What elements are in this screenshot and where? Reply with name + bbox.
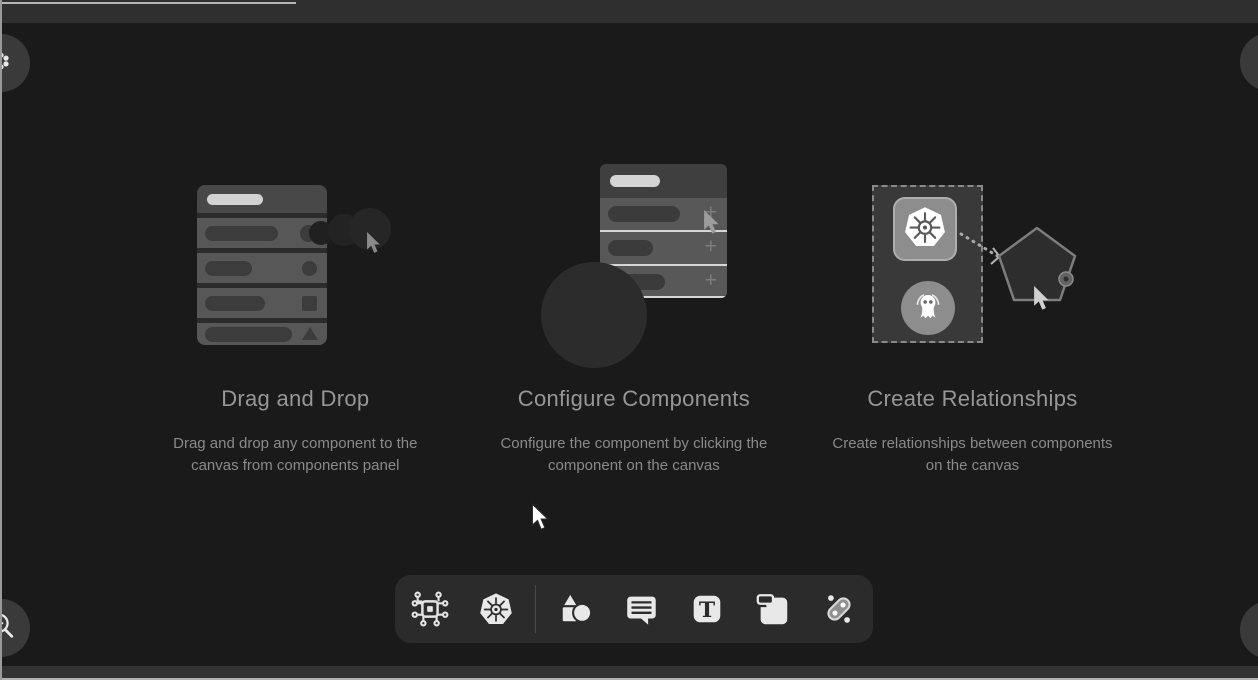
bottom-bar — [0, 666, 1258, 678]
step-description: Configure the component by clicking the … — [489, 433, 779, 477]
drag-and-drop-illustration — [126, 150, 464, 382]
step-title: Configure Components — [518, 386, 750, 412]
left-edge-line — [0, 0, 2, 680]
illustration-cursor-icon — [703, 210, 721, 240]
note-icon[interactable] — [754, 590, 792, 628]
click-highlight-circle — [541, 262, 647, 368]
dock-divider — [535, 585, 536, 633]
step-title: Drag and Drop — [221, 386, 369, 412]
components-panel-graphic — [197, 185, 327, 345]
shapes-icon[interactable] — [556, 590, 594, 628]
create-relationships-illustration — [803, 150, 1141, 382]
panel-header-graphic — [600, 164, 727, 198]
step-drag-and-drop: Drag and Drop Drag and drop any componen… — [126, 150, 465, 477]
text-icon[interactable]: T — [688, 590, 726, 628]
relationship-edge-graphic — [803, 150, 1141, 382]
canvas-dock: T — [395, 575, 873, 643]
illustration-cursor-icon — [1033, 286, 1051, 316]
step-configure-components: + + + Configure Components Configure the… — [465, 150, 804, 477]
onboarding-steps: Drag and Drop Drag and drop any componen… — [126, 150, 1142, 477]
mesh-components-icon[interactable] — [411, 590, 449, 628]
plus-glyph: + — [705, 269, 717, 293]
comment-icon[interactable] — [622, 590, 660, 628]
flower-menu-button[interactable] — [0, 34, 30, 92]
step-create-relationships: Create Relationships Create relationship… — [803, 150, 1142, 477]
configure-components-illustration: + + + — [465, 150, 803, 382]
gear-handle-icon — [1059, 272, 1073, 286]
zoom-in-button[interactable] — [0, 599, 30, 657]
panel-toggle-button[interactable] — [1240, 33, 1258, 91]
panel-header-graphic — [197, 185, 327, 213]
settings-button[interactable] — [1240, 601, 1258, 659]
zoom-in-icon — [0, 611, 16, 646]
mouse-cursor-icon — [531, 503, 550, 536]
illustration-cursor-icon — [366, 232, 382, 259]
text-tool-glyph: T — [698, 597, 715, 623]
top-progress-line — [0, 2, 296, 4]
step-description: Drag and drop any component to the canva… — [150, 433, 440, 477]
link-icon[interactable] — [820, 590, 858, 628]
kubernetes-icon[interactable] — [477, 590, 515, 628]
step-title: Create Relationships — [867, 386, 1077, 412]
step-description: Create relationships between components … — [827, 433, 1117, 477]
